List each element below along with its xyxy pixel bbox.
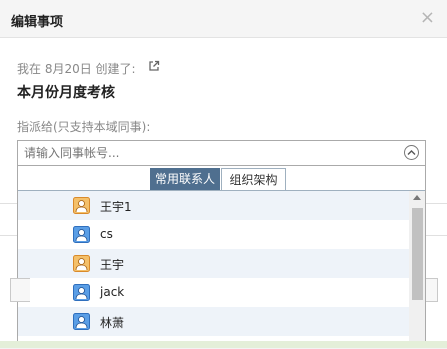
footer-button-right[interactable] (426, 278, 438, 302)
contact-name: 林萧 (100, 316, 125, 330)
task-title: 本月份月度考核 (17, 85, 115, 101)
blue-user-icon (73, 313, 90, 330)
contact-name: 王宇1 (100, 200, 132, 214)
scrollbar-thumb[interactable] (412, 208, 423, 300)
collapse-dropdown-icon[interactable] (404, 145, 419, 160)
footer-button-left[interactable] (10, 278, 30, 302)
list-item[interactable]: 王宇1 (18, 191, 409, 220)
close-icon[interactable]: × (420, 8, 435, 28)
contact-name: 王宇 (100, 258, 125, 272)
blue-user-icon (73, 284, 90, 301)
scroll-up-arrow-icon[interactable] (413, 195, 421, 200)
contact-name: jack (100, 285, 125, 299)
tab-frequent-contacts[interactable]: 常用联系人 (150, 168, 220, 190)
list-item[interactable]: 王宇 (18, 249, 409, 278)
creator-info: 我在 8月20日 创建了: (17, 62, 136, 76)
contact-dropdown: 常用联系人 组织架构 王宇1 cs 王宇 jack 林萧 (17, 166, 426, 348)
divider (426, 203, 447, 204)
dropdown-tabs: 常用联系人 组织架构 (18, 166, 425, 191)
external-link-icon[interactable] (148, 60, 160, 72)
orange-user-icon (73, 255, 90, 272)
contact-list: 王宇1 cs 王宇 jack 林萧 (18, 191, 409, 347)
tab-org-structure[interactable]: 组织架构 (221, 168, 286, 190)
list-scrollbar[interactable] (409, 191, 425, 347)
dialog-titlebar: 编辑事项 × (0, 0, 447, 38)
assign-label: 指派给(只支持本域同事): (17, 120, 151, 134)
dialog-title: 编辑事项 (11, 15, 64, 30)
list-item[interactable]: jack (18, 278, 409, 307)
divider (0, 235, 17, 236)
assignee-input[interactable] (24, 144, 394, 162)
divider (426, 235, 447, 236)
edit-task-dialog: 编辑事项 × 我在 8月20日 创建了: 本月份月度考核 指派给(只支持本域同事… (0, 0, 447, 348)
divider (0, 203, 17, 204)
assignee-field (17, 140, 426, 166)
list-item[interactable]: 林萧 (18, 307, 409, 336)
status-strip (0, 341, 447, 348)
blue-user-icon (73, 226, 90, 243)
list-item[interactable]: cs (18, 220, 409, 249)
contact-name: cs (100, 227, 113, 241)
orange-user-icon (73, 197, 90, 214)
